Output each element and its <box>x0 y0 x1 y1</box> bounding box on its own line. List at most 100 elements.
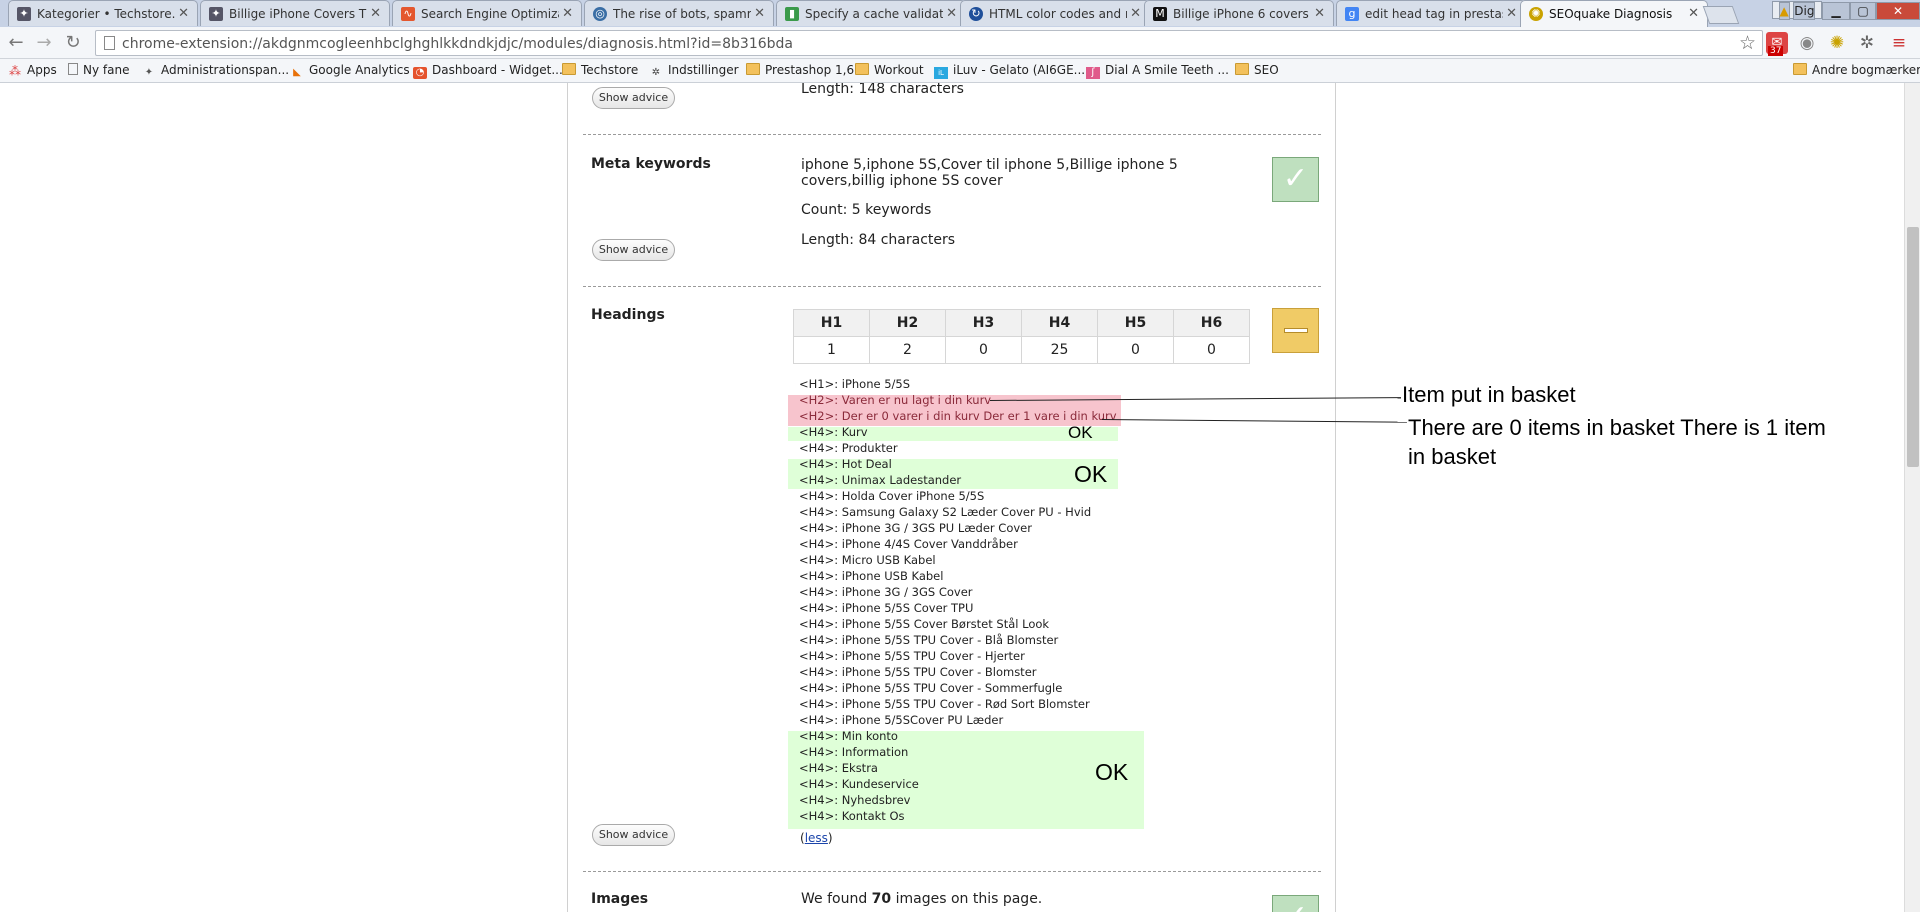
bookmark-indstillinger[interactable]: ✲ Indstillinger <box>649 63 739 79</box>
close-icon[interactable]: ✕ <box>178 6 189 21</box>
heading-line: <H4>: Kurv <box>799 425 868 439</box>
less-toggle: (less) <box>800 831 833 845</box>
maximize-button[interactable]: ▢ <box>1850 2 1876 20</box>
heading-line: <H2>: Der er 0 varer i din kurv Der er 1… <box>799 409 1117 423</box>
url-text[interactable]: chrome-extension://akdgnmcogleenhbclghgh… <box>122 36 793 52</box>
seoquake-extension[interactable]: ✺ <box>1826 32 1848 54</box>
show-advice-button[interactable]: Show advice <box>592 87 675 109</box>
minimize-button[interactable]: ▁ <box>1822 2 1850 20</box>
close-icon[interactable]: ✕ <box>946 6 957 21</box>
folder-icon <box>746 63 760 75</box>
back-button[interactable]: ← <box>5 32 27 54</box>
wrench-icon: ✲ <box>1859 33 1875 53</box>
cycle-icon: ↻ <box>969 7 983 21</box>
heading-line: <H4>: Min konto <box>799 729 898 743</box>
close-icon[interactable]: ✕ <box>1688 6 1699 21</box>
tab-kategorier[interactable]: ✦ Kategorier • Techstore.dk ✕ <box>8 0 198 26</box>
flag-icon: ▮ <box>785 7 799 21</box>
bookmark-apps[interactable]: ⁂ Apps <box>8 63 57 77</box>
bookmark-iluv-gelato[interactable]: iL iLuv - Gelato (AI6GE... <box>934 63 1085 79</box>
profile-badge[interactable]: ▲ Dig <box>1772 1 1822 20</box>
count-h6: 0 <box>1173 336 1250 364</box>
minus-icon <box>1284 328 1308 333</box>
iluv-icon: iL <box>934 67 948 79</box>
close-icon[interactable]: ✕ <box>1314 6 1325 21</box>
dial-icon: ʃ <box>1086 67 1100 79</box>
heading-line: <H4>: iPhone 5/5S TPU Cover - Rød Sort B… <box>799 697 1090 711</box>
heading-line: <H4>: iPhone 5/5S Cover Børstet Stål Loo… <box>799 617 1050 631</box>
scrollbar-thumb[interactable] <box>1907 227 1919 467</box>
meta-keywords-count: Count: 5 keywords <box>801 202 932 218</box>
bookmark-techstore[interactable]: Techstore <box>562 63 638 77</box>
tab-cache-validator[interactable]: ▮ Specify a cache validator ✕ <box>776 0 966 26</box>
header-h3: H3 <box>945 309 1022 337</box>
forward-button[interactable]: → <box>33 32 55 54</box>
folder-icon <box>1793 63 1807 75</box>
close-icon[interactable]: ✕ <box>754 6 765 21</box>
bookmark-ny-fane[interactable]: Ny fane <box>68 63 129 77</box>
apps-icon: ⁂ <box>9 64 21 78</box>
bookmark-google-analytics[interactable]: ◣ Google Analytics <box>290 63 409 79</box>
close-icon[interactable]: ✕ <box>562 6 573 21</box>
heading-line: <H4>: Information <box>799 745 909 759</box>
close-window-button[interactable]: ✕ <box>1876 2 1920 20</box>
count-h1: 1 <box>793 336 870 364</box>
status-warning-icon <box>1272 308 1319 353</box>
show-advice-button[interactable]: Show advice <box>592 239 675 261</box>
bookmark-workout[interactable]: Workout <box>855 63 924 77</box>
reload-button[interactable]: ↻ <box>62 32 84 54</box>
tab-billige-iphone6[interactable]: M Billige iPhone 6 covers - I ✕ <box>1144 0 1334 26</box>
tab-html-color-codes[interactable]: ↻ HTML color codes and n ✕ <box>960 0 1150 26</box>
analytics-icon: ◣ <box>293 67 301 78</box>
vertical-scrollbar[interactable] <box>1904 83 1920 912</box>
tab-seoquake-diagnosis[interactable]: ✺ SEOquake Diagnosis ✕ <box>1520 0 1708 27</box>
close-icon[interactable]: ✕ <box>370 6 381 21</box>
tab-billige-iphone-covers[interactable]: ✦Billige iPhone Covers Til iP✕ <box>200 0 390 26</box>
address-bar[interactable]: chrome-extension://akdgnmcogleenhbclghgh… <box>95 30 1763 56</box>
bookmark-administrationspanel[interactable]: ✦ Administrationspan... <box>142 63 289 79</box>
heading-line: <H4>: Nyhedsbrev <box>799 793 911 807</box>
google-icon: g <box>1345 7 1359 21</box>
folder-icon <box>1235 63 1249 75</box>
warning-icon: ▲ <box>1778 2 1790 20</box>
count-h2: 2 <box>869 336 946 364</box>
status-ok-icon: ✓ <box>1272 157 1319 202</box>
count-h5: 0 <box>1097 336 1174 364</box>
puzzle-icon: ✦ <box>17 7 31 21</box>
other-bookmarks[interactable]: Andre bogmærker <box>1793 63 1920 77</box>
arrow-right-icon: → <box>36 32 52 53</box>
heading-line: <H4>: Ekstra <box>799 761 878 775</box>
less-link[interactable]: less <box>805 831 828 845</box>
extension-circle[interactable]: ◉ <box>1796 32 1818 54</box>
heading-line: <H4>: Unimax Ladestander <box>799 473 962 487</box>
heading-line: <H4>: iPhone 5/5S TPU Cover - Sommerfugl… <box>799 681 1063 695</box>
headings-count-table: H1 H2 H3 H4 H5 H6 1 2 0 25 0 0 <box>793 309 1250 364</box>
meta-keywords-label: Meta keywords <box>591 156 711 172</box>
menu-button[interactable]: ≡ <box>1888 32 1910 54</box>
bookmark-prestashop[interactable]: Prestashop 1,6 <box>746 63 854 77</box>
bookmark-dashboard-widget[interactable]: ◔ Dashboard - Widget... <box>413 63 563 79</box>
menu-icon: ≡ <box>1891 33 1907 53</box>
tab-seo[interactable]: ∿ Search Engine Optimizati ✕ <box>392 0 582 26</box>
extension-tool[interactable]: ✲ <box>1856 32 1878 54</box>
diagnosis-panel: Length: 148 characters Show advice Meta … <box>567 83 1336 912</box>
heading-line: <H4>: Hot Deal <box>799 457 892 471</box>
browser-toolbar: ← → ↻ chrome-extension://akdgnmcogleenhb… <box>0 27 1920 59</box>
puzzle-icon: ✦ <box>209 7 223 21</box>
tab-edit-head-tag[interactable]: g edit head tag in prestash ✕ <box>1336 0 1526 26</box>
meta-keywords-value: iphone 5,iphone 5S,Cover til iphone 5,Bi… <box>801 157 1178 189</box>
heading-line: <H4>: iPhone USB Kabel <box>799 569 944 583</box>
show-advice-button[interactable]: Show advice <box>592 824 675 846</box>
page-icon <box>68 63 78 75</box>
tab-rise-of-bots[interactable]: ◎ The rise of bots, spamme ✕ <box>584 0 774 26</box>
close-icon[interactable]: ✕ <box>1130 6 1141 21</box>
close-icon[interactable]: ✕ <box>1506 6 1517 21</box>
new-tab-button[interactable] <box>1702 6 1740 24</box>
bookmark-dial-a-smile[interactable]: ʃ Dial A Smile Teeth ... <box>1086 63 1229 79</box>
bookmark-seo[interactable]: SEO <box>1235 63 1279 77</box>
m-icon: M <box>1153 7 1167 21</box>
puzzle-icon: ✦ <box>144 67 154 78</box>
bookmark-star-icon[interactable]: ☆ <box>1739 32 1756 54</box>
section-divider <box>583 286 1321 287</box>
annotation-items-in-basket: There are 0 items in basket There is 1 i… <box>1408 415 1826 469</box>
